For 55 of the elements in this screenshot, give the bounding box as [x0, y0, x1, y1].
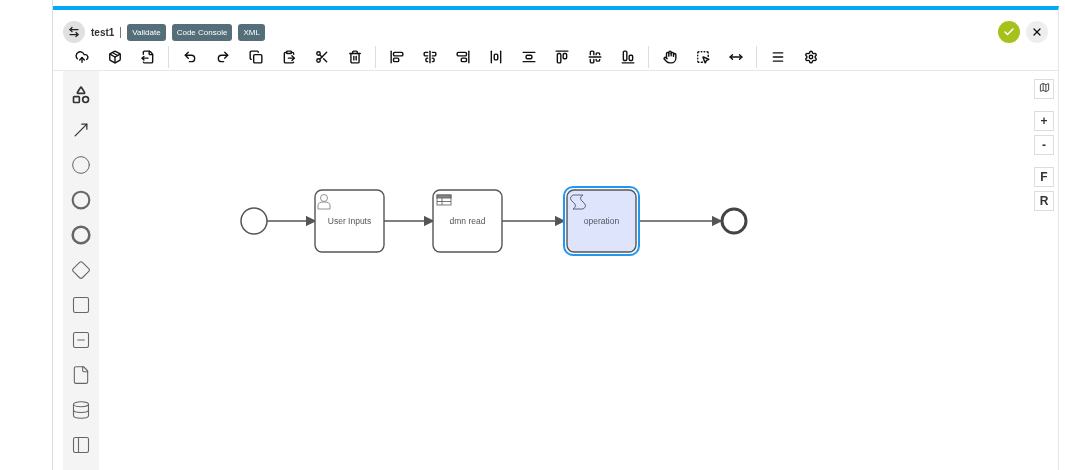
gateway-icon[interactable] — [71, 259, 91, 280]
map-icon — [1038, 82, 1050, 93]
align-middle-icon[interactable] — [587, 50, 602, 64]
paste-icon[interactable] — [281, 50, 296, 64]
check-icon — [1003, 26, 1015, 38]
zoom-control[interactable]: R — [1034, 191, 1054, 211]
close-button[interactable] — [1026, 21, 1048, 43]
start-event-icon[interactable] — [71, 154, 91, 175]
data-object-icon[interactable] — [71, 364, 91, 385]
align-left-icon[interactable] — [389, 50, 404, 64]
cloud-upload-icon[interactable] — [74, 50, 89, 64]
align-top-icon[interactable] — [554, 50, 569, 64]
box-icon[interactable] — [107, 50, 122, 64]
header-button[interactable]: Code Console — [171, 23, 233, 41]
hand-icon[interactable] — [662, 50, 677, 64]
data-store-icon[interactable] — [71, 399, 91, 420]
zoom-control[interactable]: + — [1034, 111, 1054, 131]
zoom-control[interactable]: - — [1034, 135, 1054, 155]
shapes-icon[interactable] — [71, 84, 91, 105]
minimap-button[interactable] — [1034, 79, 1054, 99]
task-icon[interactable] — [71, 294, 91, 315]
distribute-vertical-icon[interactable] — [521, 50, 536, 64]
export-icon[interactable] — [140, 50, 155, 64]
redo-icon[interactable] — [215, 50, 230, 64]
end-event-icon[interactable] — [71, 224, 91, 245]
trash-icon[interactable] — [347, 50, 362, 64]
zoom-control[interactable]: F — [1034, 167, 1054, 187]
lasso-icon[interactable] — [695, 50, 710, 64]
sequence-flow — [266, 215, 317, 227]
task-node: User Inputs — [314, 189, 385, 253]
pool-icon[interactable] — [71, 434, 91, 455]
subprocess-icon[interactable] — [71, 329, 91, 350]
user-icon — [317, 194, 331, 210]
swap-button[interactable] — [63, 21, 85, 43]
align-center-icon[interactable] — [422, 50, 437, 64]
header-button[interactable]: Validate — [127, 23, 166, 41]
distribute-horizontal-icon[interactable] — [488, 50, 503, 64]
copy-icon[interactable] — [248, 50, 263, 64]
task-node: dmn read — [432, 189, 503, 253]
diagram-title: test1 — [91, 26, 122, 38]
swap-icon — [68, 26, 80, 38]
scissors-icon[interactable] — [314, 50, 329, 64]
intermediate-event-icon[interactable] — [71, 189, 91, 210]
header-button[interactable]: XML — [238, 23, 265, 41]
menu-icon[interactable] — [770, 50, 785, 64]
align-bottom-icon[interactable] — [620, 50, 635, 64]
undo-icon[interactable] — [182, 50, 197, 64]
close-icon — [1031, 26, 1043, 38]
script-icon — [570, 194, 586, 210]
settings-icon[interactable] — [803, 50, 818, 64]
sequence-flow — [501, 215, 566, 227]
task-node: operation — [563, 186, 640, 256]
sequence-flow — [383, 215, 435, 227]
align-right-icon[interactable] — [455, 50, 470, 64]
table-icon — [436, 194, 452, 206]
